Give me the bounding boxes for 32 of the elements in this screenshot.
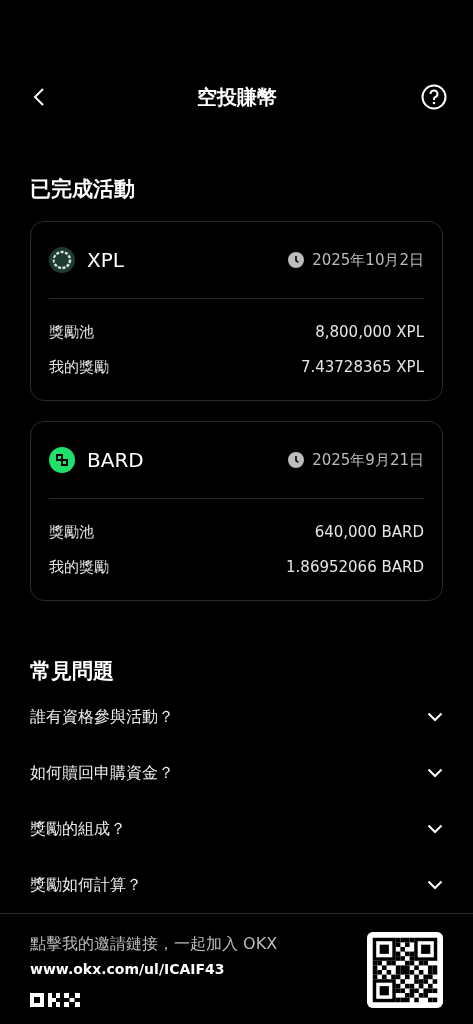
row-label: 我的獎勵 <box>49 358 109 376</box>
help-icon[interactable] <box>421 84 447 110</box>
token-logo-icon <box>49 447 75 473</box>
faq-question[interactable]: 如何贖回申購資金？ <box>30 762 174 784</box>
row-label: 獎勵池 <box>49 523 94 541</box>
invite-link[interactable]: www.okx.com/ul/ICAIF43 <box>30 960 278 977</box>
row-value: 7.43728365 XPL <box>300 358 424 376</box>
logo-icon <box>30 992 80 1007</box>
activity-date: 2025年10月2日 <box>312 250 424 270</box>
chevron-icon[interactable] <box>427 880 443 890</box>
row-label: 我的獎勵 <box>49 558 109 576</box>
page-title: 空投賺幣 <box>196 83 277 111</box>
clock-icon <box>288 452 305 468</box>
row-value: 640,000 BARD <box>314 523 424 541</box>
row-label: 獎勵池 <box>49 323 94 341</box>
faq-question[interactable]: 獎勵如何計算？ <box>30 874 142 896</box>
back-icon[interactable] <box>32 87 46 107</box>
token-logo-icon <box>49 247 75 273</box>
section-title: 常見問題 <box>30 658 115 685</box>
chevron-icon[interactable] <box>427 768 443 778</box>
clock-icon <box>288 252 305 268</box>
chevron-icon[interactable] <box>427 712 443 722</box>
row-value: 1.86952066 BARD <box>286 558 424 576</box>
row-value: 8,800,000 XPL <box>315 323 424 341</box>
token-name: XPL <box>87 248 125 272</box>
token-name: BARD <box>87 448 145 472</box>
invite-text: 點擊我的邀請鏈接，一起加入 OKX <box>30 933 278 955</box>
section-title: 已完成活動 <box>30 176 136 203</box>
chevron-icon[interactable] <box>427 824 443 834</box>
activity-date: 2025年9月21日 <box>312 450 424 470</box>
faq-question[interactable]: 誰有資格參與活動？ <box>30 706 174 728</box>
faq-question[interactable]: 獎勵的組成？ <box>30 818 126 840</box>
